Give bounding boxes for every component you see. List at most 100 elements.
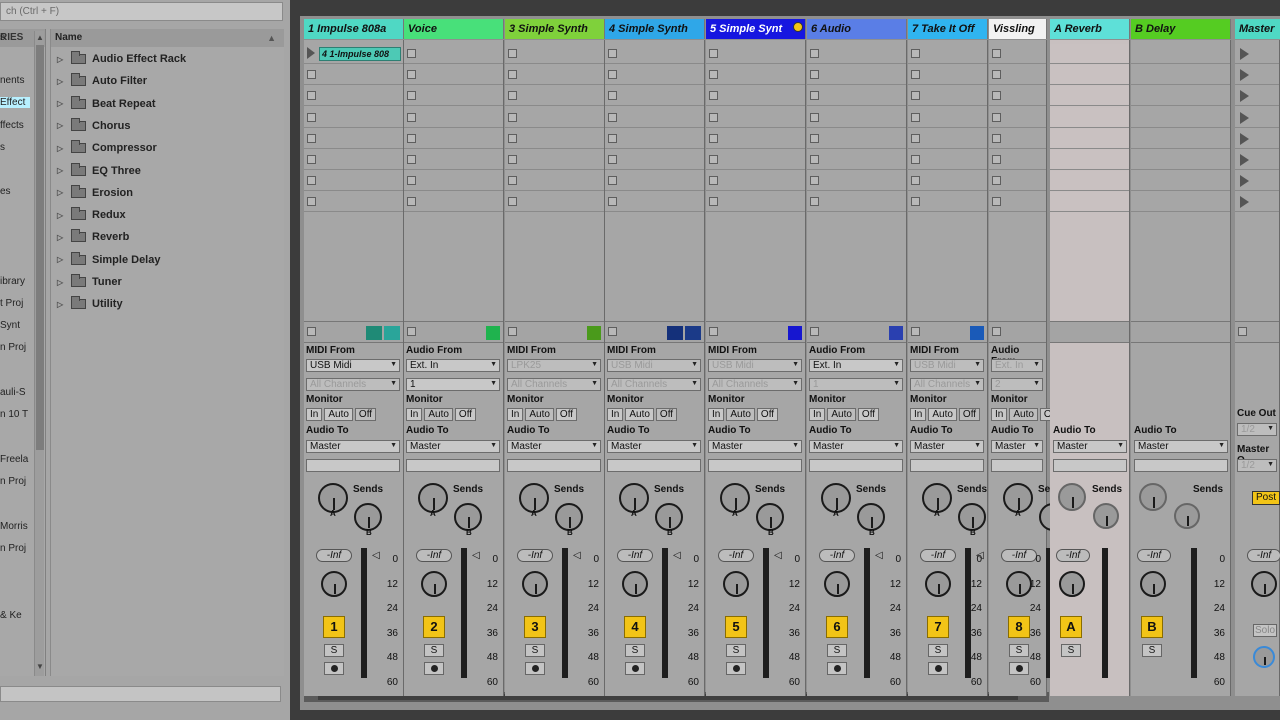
scene-launch[interactable]: [1235, 65, 1279, 86]
output-dropdown[interactable]: Master: [708, 440, 802, 453]
input-channel-dropdown[interactable]: 1: [809, 378, 903, 391]
browser-item[interactable]: ▷ Audio Effect Rack: [57, 49, 186, 69]
monitor-option[interactable]: Off: [756, 408, 779, 421]
master-out-dropdown[interactable]: 1/2: [1237, 459, 1277, 472]
clip-stop-button[interactable]: [608, 327, 617, 336]
places-item[interactable]: nents: [0, 75, 24, 86]
clip-record-button[interactable]: [810, 49, 819, 58]
solo-button[interactable]: S: [424, 644, 444, 657]
scene-play-icon[interactable]: [1240, 175, 1249, 188]
clip-slot[interactable]: [505, 65, 604, 86]
clip-slot[interactable]: [989, 108, 1046, 128]
clip-slot[interactable]: [1050, 171, 1129, 192]
output-dropdown[interactable]: Master: [1053, 440, 1127, 453]
monitor-option[interactable]: In: [809, 408, 826, 421]
clip-record-button[interactable]: [992, 49, 1001, 58]
clip-slot[interactable]: [605, 150, 704, 170]
clip-record-button[interactable]: [810, 70, 819, 80]
clip-slot[interactable]: [304, 65, 403, 86]
clip-record-button[interactable]: [911, 91, 920, 101]
browser-item[interactable]: ▷ Simple Delay: [57, 250, 160, 270]
expand-triangle-icon[interactable]: ▷: [57, 300, 67, 309]
clip-record-button[interactable]: [810, 176, 819, 186]
pan-knob[interactable]: [321, 571, 347, 597]
cue-volume-knob[interactable]: [1253, 646, 1275, 668]
clip-record-button[interactable]: [608, 112, 617, 122]
places-item[interactable]: s: [0, 142, 5, 153]
monitor-option[interactable]: Auto: [827, 408, 856, 421]
clip[interactable]: 4 1-Impulse 808: [319, 47, 401, 61]
monitor-option[interactable]: Auto: [625, 408, 654, 421]
clip-record-button[interactable]: [709, 133, 718, 143]
output-dropdown[interactable]: Master: [1134, 440, 1228, 453]
clip-slot[interactable]: [989, 192, 1046, 213]
clip-record-button[interactable]: [407, 70, 416, 80]
clip-record-button[interactable]: [810, 197, 819, 207]
expand-triangle-icon[interactable]: ▷: [57, 255, 67, 264]
clip-record-button[interactable]: [911, 112, 920, 122]
places-scrollbar[interactable]: ▲ ▼: [34, 31, 44, 676]
expand-triangle-icon[interactable]: ▷: [57, 144, 67, 153]
clip-slot[interactable]: [304, 192, 403, 213]
output-channel-field[interactable]: [607, 459, 701, 472]
places-item[interactable]: Freela: [0, 454, 28, 465]
send-b-knob[interactable]: [857, 503, 885, 531]
places-item[interactable]: Morris: [0, 521, 28, 532]
clip-stop-button[interactable]: [709, 327, 718, 336]
name-column-header[interactable]: Name ▲: [51, 29, 284, 47]
clip-record-button[interactable]: [508, 112, 517, 122]
cue-out-dropdown[interactable]: 1/2: [1237, 423, 1277, 436]
places-item[interactable]: ibrary: [0, 276, 25, 287]
monitor-option[interactable]: In: [607, 408, 624, 421]
arm-button[interactable]: [1009, 662, 1029, 675]
volume-value[interactable]: -Inf: [819, 549, 855, 562]
clip-slot[interactable]: [404, 129, 503, 149]
expand-triangle-icon[interactable]: ▷: [57, 211, 67, 220]
clip-stop-button[interactable]: [407, 327, 416, 336]
clip-stop-button[interactable]: [992, 327, 1001, 336]
places-item[interactable]: ffects: [0, 120, 24, 131]
arm-button[interactable]: [625, 662, 645, 675]
clip-slot[interactable]: [706, 86, 805, 107]
send-b-knob[interactable]: [958, 503, 986, 531]
clip-slot[interactable]: [908, 171, 987, 192]
track-title[interactable]: 3 Simple Synth: [505, 19, 605, 39]
clip-stop-button[interactable]: [508, 327, 517, 336]
output-channel-field[interactable]: [809, 459, 903, 472]
clip-slot[interactable]: [908, 150, 987, 170]
clip-record-button[interactable]: [608, 49, 617, 58]
volume-value[interactable]: -Inf: [718, 549, 754, 562]
browser-item[interactable]: ▷ Reverb: [57, 227, 129, 247]
track-title[interactable]: Voice: [404, 19, 504, 39]
clip-slot[interactable]: [807, 129, 906, 149]
clip-record-button[interactable]: [709, 70, 718, 80]
clip-record-button[interactable]: [407, 112, 416, 122]
solo-button[interactable]: S: [1142, 644, 1162, 657]
input-channel-dropdown[interactable]: 2: [991, 378, 1043, 391]
track-activator-button[interactable]: 5: [725, 616, 747, 638]
clip-record-button[interactable]: [608, 133, 617, 143]
monitor-option[interactable]: Auto: [525, 408, 554, 421]
stop-all-button[interactable]: [1238, 327, 1247, 336]
clip-slot[interactable]: [706, 44, 805, 64]
browser-item[interactable]: ▷ Redux: [57, 205, 126, 225]
output-dropdown[interactable]: Master: [507, 440, 601, 453]
clip-slot[interactable]: [807, 44, 906, 64]
clip-slot[interactable]: [706, 129, 805, 149]
places-item[interactable]: n Proj: [0, 342, 26, 353]
places-item[interactable]: s: [0, 32, 5, 43]
monitor-option[interactable]: In: [306, 408, 323, 421]
scene-play-icon[interactable]: [1240, 48, 1249, 60]
master-volume-knob[interactable]: [1251, 571, 1277, 597]
monitor-option[interactable]: Off: [958, 408, 981, 421]
clip-slot[interactable]: [404, 108, 503, 128]
clip-slot[interactable]: [605, 171, 704, 192]
pan-knob[interactable]: [1140, 571, 1166, 597]
monitor-switch[interactable]: InAutoOff: [708, 408, 780, 421]
clip-slot[interactable]: [989, 44, 1046, 64]
scene-play-icon[interactable]: [1240, 154, 1249, 166]
clip-slot[interactable]: [1131, 44, 1230, 64]
arm-button[interactable]: [726, 662, 746, 675]
send-a-knob[interactable]: [1139, 483, 1167, 511]
clip-stop-button[interactable]: [911, 327, 920, 336]
